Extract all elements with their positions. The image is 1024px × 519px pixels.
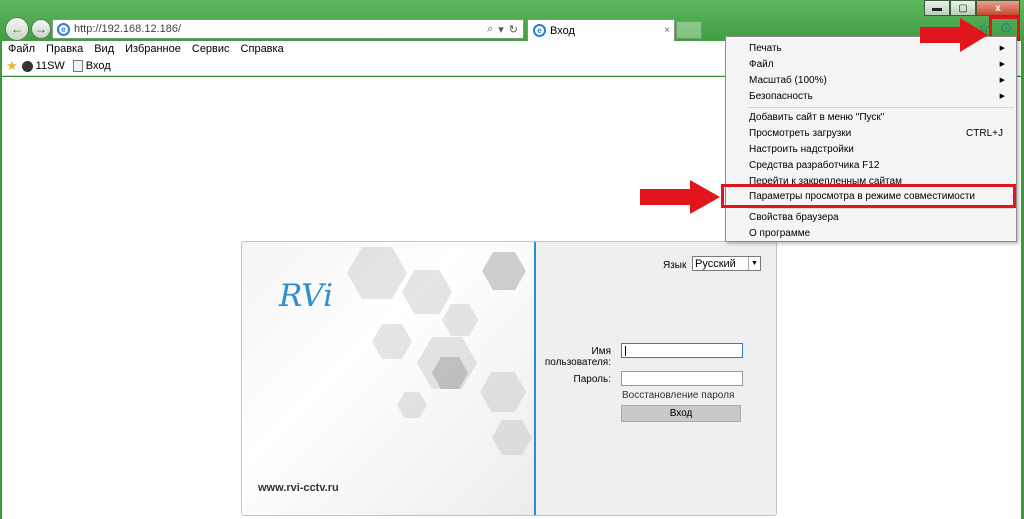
fav-item-login[interactable]: Вход — [72, 60, 111, 72]
menu-help[interactable]: Справка — [241, 43, 284, 55]
login-banner: RVi www.rvi-cctv.ru — [242, 242, 534, 515]
search-icon[interactable]: ⌕ — [487, 23, 493, 36]
menu-item-devtools[interactable]: Средства разработчика F12 — [727, 157, 1015, 173]
rvi-logo: RVi — [279, 278, 333, 314]
language-value: Русский — [695, 257, 736, 270]
tab-close-icon[interactable]: × — [660, 25, 674, 36]
address-tools: ⌕ ▾ ↻ — [487, 23, 523, 36]
address-dropdown-icon[interactable]: ▾ — [498, 23, 504, 36]
hex-decoration — [492, 420, 532, 455]
back-button[interactable]: ← — [5, 17, 29, 41]
menu-favorites[interactable]: Избранное — [125, 43, 181, 55]
menu-item-security[interactable]: Безопасность ▶ — [727, 88, 1015, 104]
restore-password-link[interactable]: Восстановление пароля — [622, 390, 734, 401]
menu-item-label: Средства разработчика F12 — [749, 159, 880, 171]
hex-decoration — [402, 270, 452, 314]
menu-item-about[interactable]: О программе — [727, 225, 1015, 241]
hex-decoration — [480, 372, 526, 412]
minimize-button[interactable]: ▬ — [924, 0, 950, 16]
window-controls: ▬ ▢ x — [924, 0, 1020, 16]
menu-edit[interactable]: Правка — [46, 43, 83, 55]
hex-decoration — [347, 247, 407, 299]
menu-item-addons[interactable]: Настроить надстройки — [727, 141, 1015, 157]
submenu-arrow-icon: ▶ — [999, 93, 1005, 100]
tools-dropdown-menu: Печать ▶ Файл ▶ Масштаб (100%) ▶ Безопас… — [725, 36, 1017, 242]
menu-item-label: Настроить надстройки — [749, 143, 854, 155]
camera-icon — [21, 60, 33, 72]
compatibility-highlight-box — [721, 184, 1016, 208]
menu-item-label: Добавить сайт в меню "Пуск" — [749, 111, 885, 123]
text-cursor — [625, 346, 626, 356]
address-bar[interactable]: e http://192.168.12.186/ ⌕ ▾ ↻ — [52, 19, 524, 39]
refresh-icon[interactable]: ↻ — [509, 23, 518, 36]
password-input[interactable] — [621, 371, 743, 386]
tab-login[interactable]: e Вход × — [527, 19, 675, 41]
password-label: Пароль: — [573, 374, 611, 385]
maximize-button[interactable]: ▢ — [950, 0, 976, 16]
menu-item-zoom[interactable]: Масштаб (100%) ▶ — [727, 72, 1015, 88]
hex-decoration — [442, 304, 478, 336]
menu-item-add-to-start[interactable]: Добавить сайт в меню "Пуск" — [727, 109, 1015, 125]
forward-button[interactable]: → — [31, 19, 51, 39]
menu-shortcut: CTRL+J — [966, 127, 1003, 139]
tab-label: Вход — [550, 24, 575, 37]
menu-item-file[interactable]: Файл ▶ — [727, 56, 1015, 72]
hex-decoration — [397, 392, 427, 418]
fav-item-11sw[interactable]: 11SW — [21, 60, 65, 72]
language-label: Язык — [663, 260, 687, 271]
language-select[interactable]: Русский ▼ — [692, 256, 761, 271]
login-panel: RVi www.rvi-cctv.ru Язык Русский ▼ Имя п… — [241, 241, 777, 516]
submenu-arrow-icon: ▶ — [999, 77, 1005, 84]
username-input[interactable] — [621, 343, 743, 358]
menu-file[interactable]: Файл — [8, 43, 35, 55]
menu-item-label: Свойства браузера — [749, 211, 839, 223]
fav-item-label: 11SW — [35, 60, 65, 72]
site-url[interactable]: www.rvi-cctv.ru — [258, 482, 339, 494]
login-button[interactable]: Вход — [621, 405, 741, 422]
username-label: Имя пользователя: — [544, 346, 611, 368]
menu-item-label: Масштаб (100%) — [749, 74, 827, 86]
page-icon — [72, 60, 83, 72]
menu-item-label: О программе — [749, 227, 811, 239]
menu-tools[interactable]: Сервис — [192, 43, 230, 55]
arrow-to-gear-icon — [920, 18, 988, 52]
ie-icon: e — [57, 22, 70, 36]
menu-item-downloads[interactable]: Просмотреть загрузки CTRL+J — [727, 125, 1015, 141]
address-text[interactable]: http://192.168.12.186/ — [74, 23, 487, 35]
menu-item-label: Файл — [749, 58, 774, 70]
tab-ie-icon: e — [533, 24, 546, 37]
menu-view[interactable]: Вид — [94, 43, 114, 55]
menu-item-label: Просмотреть загрузки — [749, 127, 852, 139]
menu-item-browser-properties[interactable]: Свойства браузера — [727, 209, 1015, 225]
login-form: Язык Русский ▼ Имя пользователя: Пароль:… — [536, 242, 776, 515]
fav-item-label: Вход — [85, 60, 111, 72]
hex-decoration — [372, 324, 412, 359]
submenu-arrow-icon: ▶ — [999, 61, 1005, 68]
submenu-arrow-icon: ▶ — [999, 45, 1005, 52]
chevron-down-icon: ▼ — [748, 257, 760, 270]
menu-separator — [748, 107, 1014, 108]
favorites-star-icon[interactable]: ★ — [6, 58, 18, 74]
arrow-to-compatibility-icon — [640, 180, 720, 214]
hex-decoration — [482, 252, 526, 290]
new-tab-button[interactable] — [676, 21, 702, 39]
menu-item-label: Безопасность — [749, 90, 813, 102]
close-button[interactable]: x — [976, 0, 1020, 16]
